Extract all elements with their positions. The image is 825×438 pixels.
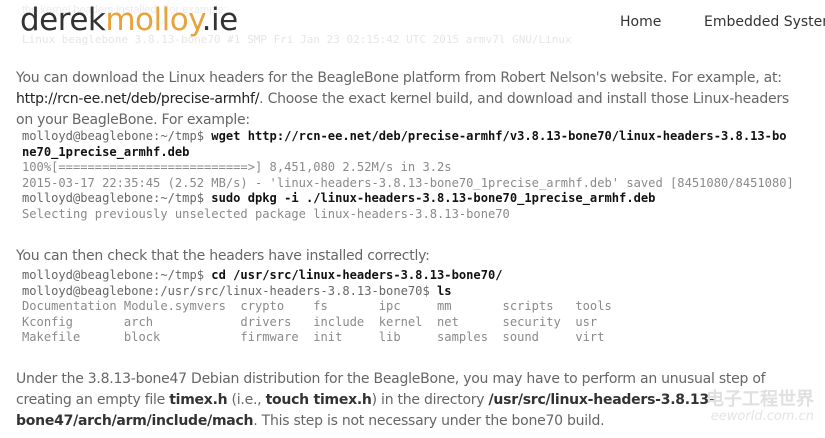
ls-output-row: Documentation Module.symvers crypto fs i… xyxy=(22,299,612,314)
command-wget-cont: ne70_1precise_armhf.deb xyxy=(22,144,190,159)
logo-part-ie: .ie xyxy=(201,2,239,38)
shell-prompt: molloyd@beaglebone:~/tmp$ xyxy=(22,191,205,206)
ls-output-row: Makefile block firmware init lib samples… xyxy=(22,330,605,345)
site-header: the kernel headers installed. For exampl… xyxy=(0,0,825,50)
watermark-domain-text: eeworld.com.cn xyxy=(710,409,814,424)
intro-text-a: You can download the Linux headers for t… xyxy=(16,70,782,86)
shell-prompt: molloyd@beaglebone:~/tmp$ xyxy=(22,268,205,282)
logo-part-molloy: molloy xyxy=(105,2,202,38)
note-text-d: . This step is not necessary under the b… xyxy=(253,413,605,429)
eeworld-watermark: 电子工程世界 eeworld.com.cn xyxy=(690,385,820,430)
nav-embedded-systems-link[interactable]: Embedded Systems xyxy=(704,14,825,30)
logo-part-derek: derek xyxy=(20,2,106,38)
intro-paragraph: You can download the Linux headers for t… xyxy=(16,68,806,131)
output-saved: 2015-03-17 22:35:45 (2.52 MB/s) - 'linux… xyxy=(22,175,794,190)
site-logo[interactable]: derekmolloy.ie xyxy=(20,2,238,38)
note-bold-command: touch timex.h xyxy=(265,392,372,408)
headers-download-link[interactable]: http://rcn-ee.net/deb/precise-armhf/ xyxy=(16,91,259,107)
shell-prompt: molloyd@beaglebone:/usr/src/linux-header… xyxy=(22,283,430,298)
command-ls: ls xyxy=(429,283,452,298)
output-progress: 100%[==========================>] 8,451,… xyxy=(22,160,452,175)
shell-prompt: molloyd@beaglebone:~/tmp$ xyxy=(22,129,205,143)
code-block-check: molloyd@beaglebone:~/tmp$ cd /usr/src/li… xyxy=(22,268,612,346)
command-cd: cd /usr/src/linux-headers-3.8.13-bone70/ xyxy=(204,268,503,282)
command-wget: wget http://rcn-ee.net/deb/precise-armhf… xyxy=(204,129,787,143)
command-dpkg: sudo dpkg -i ./linux-headers-3.8.13-bone… xyxy=(204,191,656,206)
note-text-b: (i.e., xyxy=(227,392,266,408)
code-block-install: molloyd@beaglebone:~/tmp$ wget http://rc… xyxy=(22,129,794,223)
output-selecting: Selecting previously unselected package … xyxy=(22,206,510,221)
watermark-chinese-text: 电子工程世界 xyxy=(706,389,814,410)
ls-output-row: Kconfig arch drivers include kernel net … xyxy=(22,314,598,329)
note-bold-file: timex.h xyxy=(169,392,228,408)
note-text-c: ) in the directory xyxy=(371,392,489,408)
check-paragraph: You can then check that the headers have… xyxy=(16,248,430,264)
nav-home-link[interactable]: Home xyxy=(620,14,661,30)
